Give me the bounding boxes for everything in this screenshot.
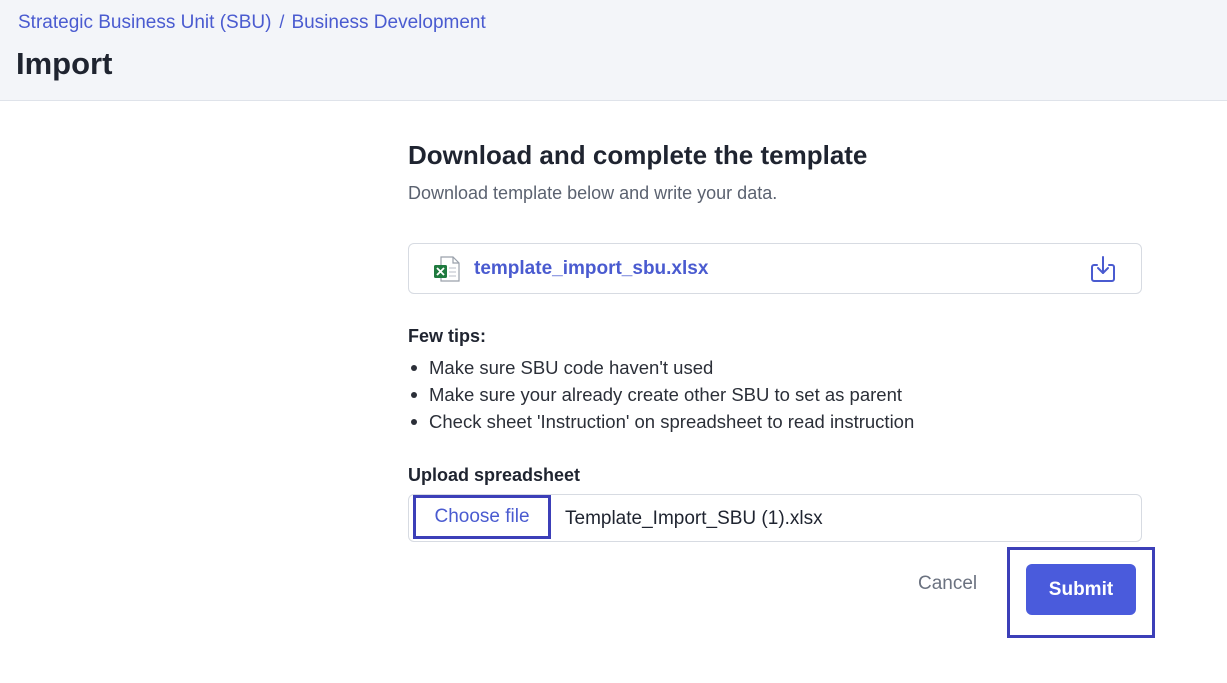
template-section-title: Download and complete the template [408,140,868,170]
template-section-subtitle: Download template below and write your d… [408,183,778,203]
excel-file-icon [432,254,462,284]
submit-button[interactable]: Submit [1026,564,1136,615]
import-panel: Download and complete the template Downl… [408,140,1155,638]
tips-title: Few tips: [408,326,487,346]
breadcrumb-item-sbu[interactable]: Strategic Business Unit (SBU) [18,12,271,34]
download-icon[interactable] [1087,253,1119,285]
page-title: Import [16,46,113,81]
tips-section: Few tips: Make sure SBU code haven't use… [408,326,914,435]
breadcrumb-item-business-development[interactable]: Business Development [291,12,485,34]
breadcrumb-separator: / [279,12,285,32]
template-download-box[interactable]: template_import_sbu.xlsx [408,243,1142,294]
tip-item: Make sure SBU code haven't used [408,354,914,381]
file-upload-field[interactable]: Choose file Template_Import_SBU (1).xlsx [408,494,1142,542]
upload-spreadsheet-label: Upload spreadsheet [408,465,581,485]
tip-item: Make sure your already create other SBU … [408,381,914,408]
page-header: Strategic Business Unit (SBU) / Business… [0,0,1227,101]
cancel-button[interactable]: Cancel [918,573,977,595]
selected-file-name: Template_Import_SBU (1).xlsx [565,508,823,529]
breadcrumb: Strategic Business Unit (SBU) / Business… [18,12,486,34]
choose-file-button[interactable]: Choose file [413,495,551,539]
tips-list: Make sure SBU code haven't used Make sur… [408,354,914,435]
template-file-link[interactable]: template_import_sbu.xlsx [474,258,708,280]
tip-item: Check sheet 'Instruction' on spreadsheet… [408,408,914,435]
